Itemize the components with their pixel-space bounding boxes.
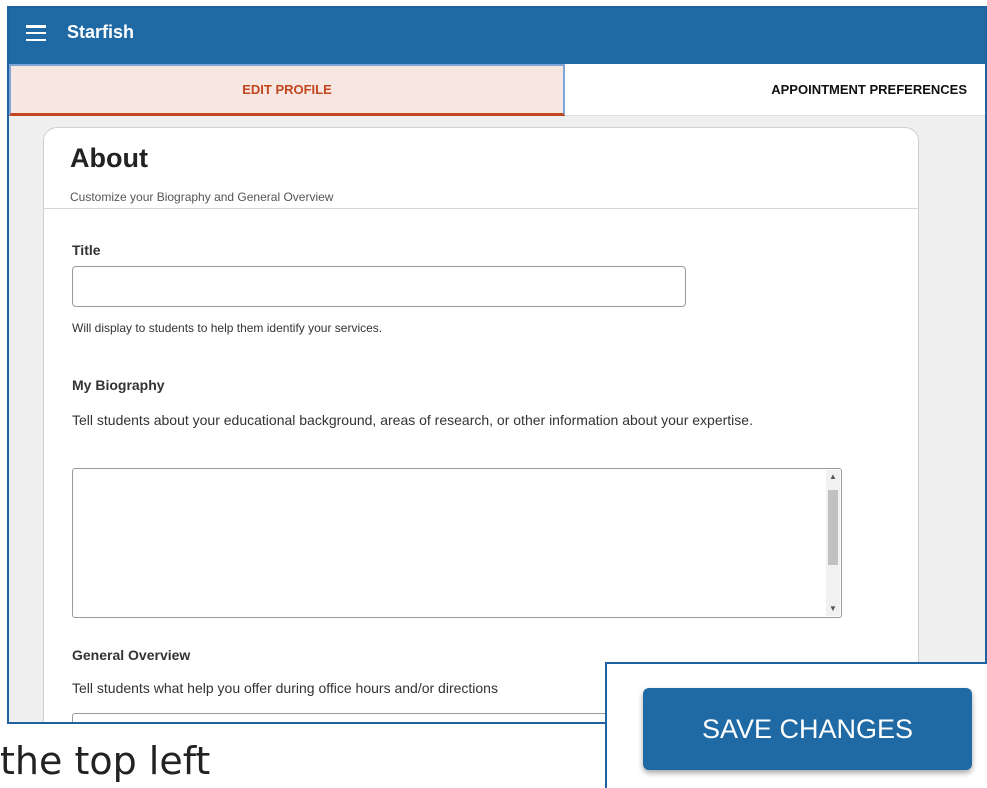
about-subtitle: Customize your Biography and General Ove… [70, 189, 334, 204]
background-panel [927, 118, 985, 722]
overview-label: General Overview [72, 647, 191, 663]
scroll-thumb[interactable] [828, 490, 838, 565]
chevron-up-icon[interactable]: ▲ [826, 470, 840, 484]
biography-description: Tell students about your educational bac… [72, 412, 753, 428]
app-title: Starfish [67, 22, 135, 42]
top-bar: Starfish [9, 8, 985, 64]
about-header: About Customize your Biography and Gener… [44, 128, 918, 209]
hamburger-icon[interactable] [26, 25, 46, 42]
tab-appointment-preferences[interactable]: APPOINTMENT PREFERENCES [565, 64, 985, 116]
profile-tabs: EDIT PROFILE APPOINTMENT PREFERENCES [9, 64, 985, 116]
about-heading: About [70, 143, 148, 173]
chevron-down-icon[interactable]: ▼ [826, 602, 840, 616]
title-help-text: Will display to students to help them id… [72, 321, 383, 335]
caption-fragment: the top left [0, 739, 211, 783]
title-input[interactable] [72, 266, 686, 307]
biography-scrollbar[interactable]: ▲ ▼ [826, 470, 840, 616]
save-changes-button[interactable]: SAVE CHANGES [643, 688, 972, 770]
title-label: Title [72, 242, 101, 258]
save-panel: SAVE CHANGES [605, 662, 987, 788]
biography-textarea[interactable]: ▲ ▼ [72, 468, 842, 618]
app-window: Starfish EDIT PROFILE APPOINTMENT PREFER… [7, 6, 987, 724]
tab-edit-profile[interactable]: EDIT PROFILE [9, 64, 565, 116]
biography-label: My Biography [72, 377, 165, 393]
about-card: About Customize your Biography and Gener… [43, 127, 919, 722]
